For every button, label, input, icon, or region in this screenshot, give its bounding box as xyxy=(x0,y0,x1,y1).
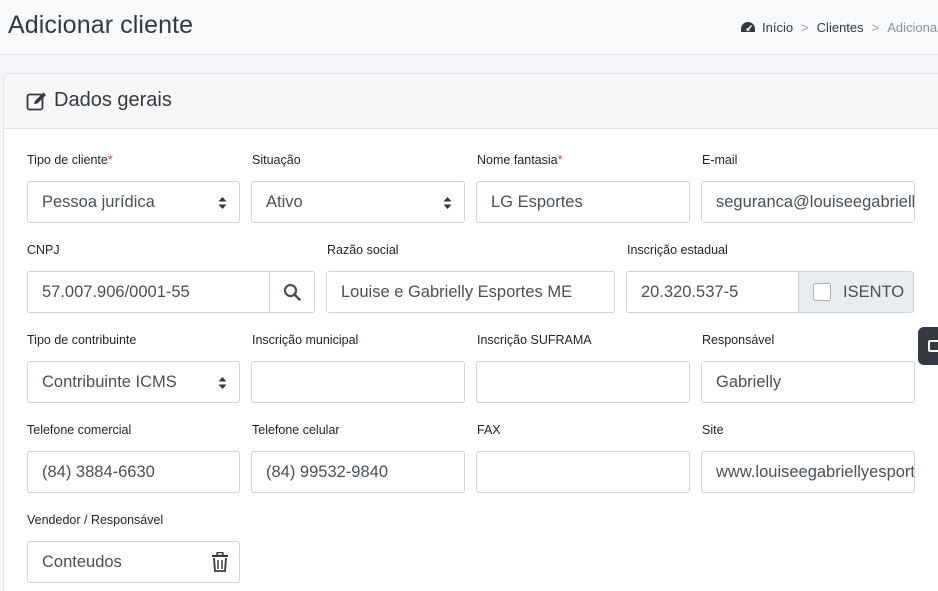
dashboard-icon xyxy=(741,21,755,32)
site-input[interactable]: www.louiseegabriellyesportes.com.br xyxy=(701,451,915,493)
telefone-celular-label: Telefone celular xyxy=(252,423,340,437)
cnpj-input[interactable]: 57.007.906/0001-55 xyxy=(27,271,270,313)
nome-fantasia-input[interactable]: LG Esportes xyxy=(476,181,690,223)
nome-fantasia-label: Nome fantasia* xyxy=(477,153,563,167)
breadcrumb: Início > Clientes > Adicionar xyxy=(740,20,938,35)
inscricao-suframa-input[interactable] xyxy=(476,361,690,403)
tipo-contribuinte-label: Tipo de contribuinte xyxy=(27,333,137,347)
page-title: Adicionar cliente xyxy=(8,11,194,39)
breadcrumb-clientes-link[interactable]: Clientes xyxy=(817,20,864,35)
telefone-comercial-input[interactable]: (84) 3884-6630 xyxy=(27,451,240,493)
panel-icon xyxy=(928,340,938,352)
breadcrumb-current: Adicionar xyxy=(887,20,938,35)
card-header: Dados gerais xyxy=(4,74,938,129)
inscricao-municipal-input[interactable] xyxy=(251,361,465,403)
vendedor-label: Vendedor / Responsável xyxy=(27,513,164,527)
fax-label: FAX xyxy=(477,423,501,437)
responsavel-label: Responsável xyxy=(702,333,775,347)
card-title-text: Dados gerais xyxy=(54,89,172,111)
fax-input[interactable] xyxy=(476,451,690,493)
page-header: Adicionar cliente Início > Clientes > Ad… xyxy=(0,0,938,55)
situacao-label: Situação xyxy=(252,153,301,167)
side-panel-toggle[interactable] xyxy=(918,327,938,365)
search-icon xyxy=(283,283,301,301)
situacao-value: Ativo xyxy=(266,192,303,211)
cnpj-search-button[interactable] xyxy=(270,271,315,313)
edit-icon xyxy=(26,92,46,110)
tipo-cliente-select[interactable]: Pessoa jurídica xyxy=(27,181,240,223)
inscricao-municipal-label: Inscrição municipal xyxy=(252,333,359,347)
card-title: Dados gerais xyxy=(26,89,172,112)
situacao-select[interactable]: Ativo xyxy=(251,181,465,223)
trash-icon[interactable] xyxy=(211,552,229,572)
isento-checkbox[interactable] xyxy=(813,283,831,301)
select-arrows-icon xyxy=(218,197,227,209)
tipo-contribuinte-select[interactable]: Contribuinte ICMS xyxy=(27,361,240,403)
cnpj-label: CNPJ xyxy=(27,243,60,257)
vendedor-input[interactable]: Conteudos xyxy=(27,541,240,583)
razao-social-label: Razão social xyxy=(327,243,399,257)
inscricao-estadual-label: Inscrição estadual xyxy=(627,243,728,257)
site-label: Site xyxy=(702,423,724,437)
select-arrows-icon xyxy=(218,377,227,389)
inscricao-estadual-input[interactable]: 20.320.537-5 xyxy=(626,271,799,313)
email-label: E-mail xyxy=(702,153,738,167)
tipo-cliente-label: Tipo de cliente* xyxy=(27,153,113,167)
isento-label: ISENTO xyxy=(843,282,905,301)
tipo-cliente-value: Pessoa jurídica xyxy=(42,192,155,211)
inscricao-suframa-label: Inscrição SUFRAMA xyxy=(477,333,592,347)
telefone-celular-input[interactable]: (84) 99532-9840 xyxy=(251,451,465,493)
breadcrumb-separator: > xyxy=(801,20,809,35)
email-input[interactable]: seguranca@louiseegabriellyesportes.com.b… xyxy=(701,181,915,223)
telefone-comercial-label: Telefone comercial xyxy=(27,423,132,437)
breadcrumb-separator: > xyxy=(871,20,880,35)
breadcrumb-home-link[interactable]: Início xyxy=(762,20,793,35)
select-arrows-icon xyxy=(443,197,452,209)
isento-toggle[interactable]: ISENTO xyxy=(799,271,914,313)
responsavel-input[interactable]: Gabrielly xyxy=(701,361,915,403)
razao-social-input[interactable]: Louise e Gabrielly Esportes ME xyxy=(326,271,615,313)
